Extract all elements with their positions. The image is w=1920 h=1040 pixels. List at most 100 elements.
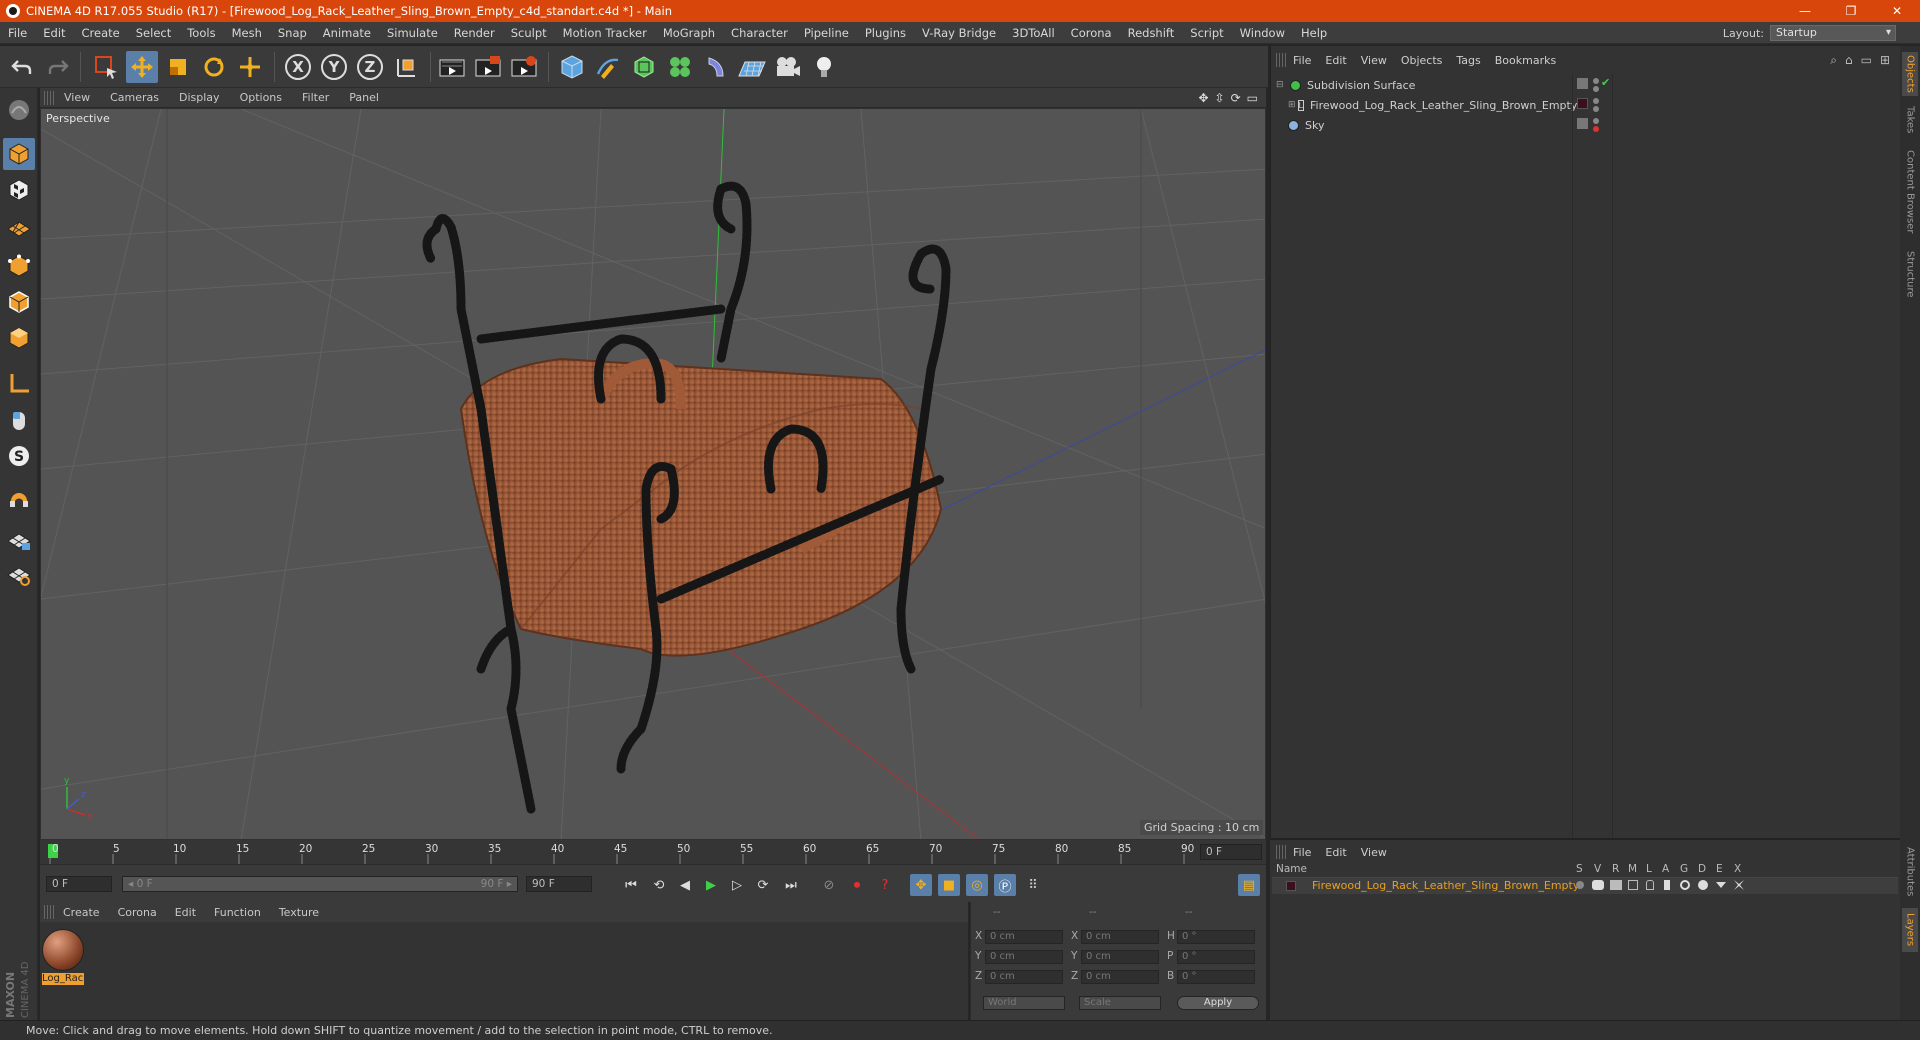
rotation-p-field[interactable]: 0 ° bbox=[1177, 950, 1255, 964]
object-menu-file[interactable]: File bbox=[1286, 54, 1318, 67]
layer-col-view[interactable]: V bbox=[1594, 863, 1601, 875]
position-z-field[interactable]: 0 cm bbox=[985, 970, 1063, 984]
render-toggle-icon[interactable] bbox=[1610, 880, 1622, 890]
layer-menu-edit[interactable]: Edit bbox=[1318, 846, 1353, 859]
render-dot-icon[interactable] bbox=[1593, 86, 1599, 92]
record-parameter-icon[interactable]: Ⓟ bbox=[994, 874, 1016, 896]
object-menu-view[interactable]: View bbox=[1354, 54, 1394, 67]
keyframe-selection-icon[interactable]: ⊘ bbox=[818, 874, 840, 896]
menu-file[interactable]: File bbox=[0, 26, 35, 40]
render-picture-viewer-icon[interactable] bbox=[472, 51, 504, 83]
autokeying-icon[interactable]: ? bbox=[874, 874, 896, 896]
light-icon[interactable] bbox=[808, 51, 840, 83]
timeline-window-icon[interactable]: ▤ bbox=[1238, 874, 1260, 896]
points-mode-icon[interactable] bbox=[3, 250, 35, 282]
tab-attributes[interactable]: Attributes bbox=[1902, 842, 1918, 902]
visibility-dot-icon[interactable] bbox=[1593, 98, 1599, 104]
layer-col-render[interactable]: R bbox=[1612, 863, 1619, 875]
undo-button[interactable] bbox=[6, 51, 38, 83]
xref-toggle-icon[interactable] bbox=[1734, 880, 1744, 890]
size-mode-dropdown[interactable]: Scale bbox=[1079, 996, 1161, 1010]
floor-icon[interactable] bbox=[736, 51, 768, 83]
layer-col-deformers[interactable]: D bbox=[1698, 863, 1706, 875]
rotate-view-icon[interactable]: ⟳ bbox=[1231, 91, 1241, 105]
previous-key-icon[interactable]: ⟲ bbox=[648, 874, 670, 896]
z-axis-lock-button[interactable]: Z bbox=[354, 51, 386, 83]
menu-plugins[interactable]: Plugins bbox=[857, 26, 914, 40]
menu-simulate[interactable]: Simulate bbox=[379, 26, 446, 40]
material-swatch[interactable] bbox=[42, 929, 84, 971]
rotation-h-field[interactable]: 0 ° bbox=[1177, 930, 1255, 944]
object-row-sky[interactable]: Sky bbox=[1272, 116, 1572, 134]
expand-icon[interactable]: ⊞ bbox=[1880, 53, 1890, 68]
snap-magnet-icon[interactable] bbox=[3, 486, 35, 518]
go-to-end-icon[interactable]: ⏭ bbox=[780, 874, 802, 896]
search-icon[interactable]: ⌕ bbox=[1830, 53, 1837, 68]
collapse-icon[interactable]: ⊟ bbox=[1276, 80, 1286, 90]
workplane-icon[interactable] bbox=[3, 210, 35, 242]
viewport-menu-view[interactable]: View bbox=[54, 91, 100, 104]
menu-character[interactable]: Character bbox=[723, 26, 796, 40]
menu-motion-tracker[interactable]: Motion Tracker bbox=[555, 26, 655, 40]
record-scale-icon[interactable]: ■ bbox=[938, 874, 960, 896]
lock-toggle-icon[interactable] bbox=[1646, 880, 1654, 890]
x-axis-lock-button[interactable]: X bbox=[282, 51, 314, 83]
tab-content-browser[interactable]: Content Browser bbox=[1902, 144, 1918, 240]
spline-pen-icon[interactable] bbox=[592, 51, 624, 83]
menu-mesh[interactable]: Mesh bbox=[224, 26, 270, 40]
record-position-icon[interactable]: ✥ bbox=[910, 874, 932, 896]
layer-col-animation[interactable]: A bbox=[1662, 863, 1669, 875]
scale-tool-icon[interactable] bbox=[162, 51, 194, 83]
menu-render[interactable]: Render bbox=[446, 26, 503, 40]
timeline-ruler[interactable]: 0 5 10 15 20 25 30 35 40 45 50 55 60 65 … bbox=[40, 840, 1266, 864]
step-back-icon[interactable]: ◀ bbox=[674, 874, 696, 896]
visibility-dot-icon[interactable] bbox=[1593, 118, 1599, 124]
tab-objects[interactable]: Objects bbox=[1902, 52, 1918, 96]
material-menu-texture[interactable]: Texture bbox=[270, 906, 328, 919]
material-menu-corona[interactable]: Corona bbox=[109, 906, 166, 919]
enabled-check-icon[interactable]: ✔ bbox=[1601, 76, 1610, 89]
deformer-icon[interactable] bbox=[700, 51, 732, 83]
axis-mode-icon[interactable] bbox=[3, 368, 35, 400]
rotation-b-field[interactable]: 0 ° bbox=[1177, 970, 1255, 984]
viewport-menu-filter[interactable]: Filter bbox=[292, 91, 339, 104]
viewport-menu-display[interactable]: Display bbox=[169, 91, 230, 104]
camera-icon[interactable] bbox=[772, 51, 804, 83]
start-frame-field[interactable]: 0 F bbox=[46, 876, 112, 892]
menu-create[interactable]: Create bbox=[74, 26, 128, 40]
render-view-icon[interactable] bbox=[436, 51, 468, 83]
generators-toggle-icon[interactable] bbox=[1680, 880, 1690, 890]
menu-tools[interactable]: Tools bbox=[179, 26, 223, 40]
render-dot-icon[interactable] bbox=[1593, 106, 1599, 112]
menu-edit[interactable]: Edit bbox=[35, 26, 73, 40]
layer-col-solo[interactable]: S bbox=[1576, 863, 1583, 875]
layer-col-xref[interactable]: X bbox=[1734, 863, 1741, 875]
current-frame-field[interactable]: 0 F bbox=[1200, 844, 1262, 860]
menu-script[interactable]: Script bbox=[1182, 26, 1231, 40]
object-row-firewood-rack[interactable]: ⊞ L Firewood_Log_Rack_Leather_Sling_Brow… bbox=[1272, 96, 1577, 114]
animation-toggle-icon[interactable] bbox=[1664, 880, 1670, 890]
next-key-icon[interactable]: ⟳ bbox=[752, 874, 774, 896]
menu-sculpt[interactable]: Sculpt bbox=[503, 26, 555, 40]
size-z-field[interactable]: 0 cm bbox=[1081, 970, 1159, 984]
solo-mode-icon[interactable]: S bbox=[3, 440, 35, 472]
layer-menu-file[interactable]: File bbox=[1286, 846, 1318, 859]
layer-row[interactable]: Firewood_Log_Rack_Leather_Sling_Brown_Em… bbox=[1272, 878, 1898, 894]
minimize-button[interactable]: — bbox=[1782, 0, 1828, 22]
view-toggle-icon[interactable] bbox=[1592, 880, 1604, 890]
edges-mode-icon[interactable] bbox=[3, 286, 35, 318]
layer-col-manager[interactable]: M bbox=[1628, 863, 1637, 875]
material-name-label[interactable]: Log_Rac bbox=[42, 973, 84, 985]
menu-mograph[interactable]: MoGraph bbox=[655, 26, 723, 40]
subdivision-surface-icon[interactable] bbox=[628, 51, 660, 83]
dolly-view-icon[interactable]: ⇳ bbox=[1215, 91, 1225, 105]
pan-view-icon[interactable]: ✥ bbox=[1198, 91, 1208, 105]
render-settings-icon[interactable] bbox=[508, 51, 540, 83]
apply-button[interactable]: Apply bbox=[1177, 996, 1259, 1010]
menu-help[interactable]: Help bbox=[1293, 26, 1335, 40]
maximize-button[interactable]: ❐ bbox=[1828, 0, 1874, 22]
transform-tool-icon[interactable] bbox=[234, 51, 266, 83]
material-menu-function[interactable]: Function bbox=[205, 906, 270, 919]
texture-mode-icon[interactable] bbox=[3, 174, 35, 206]
menu-redshift[interactable]: Redshift bbox=[1120, 26, 1183, 40]
